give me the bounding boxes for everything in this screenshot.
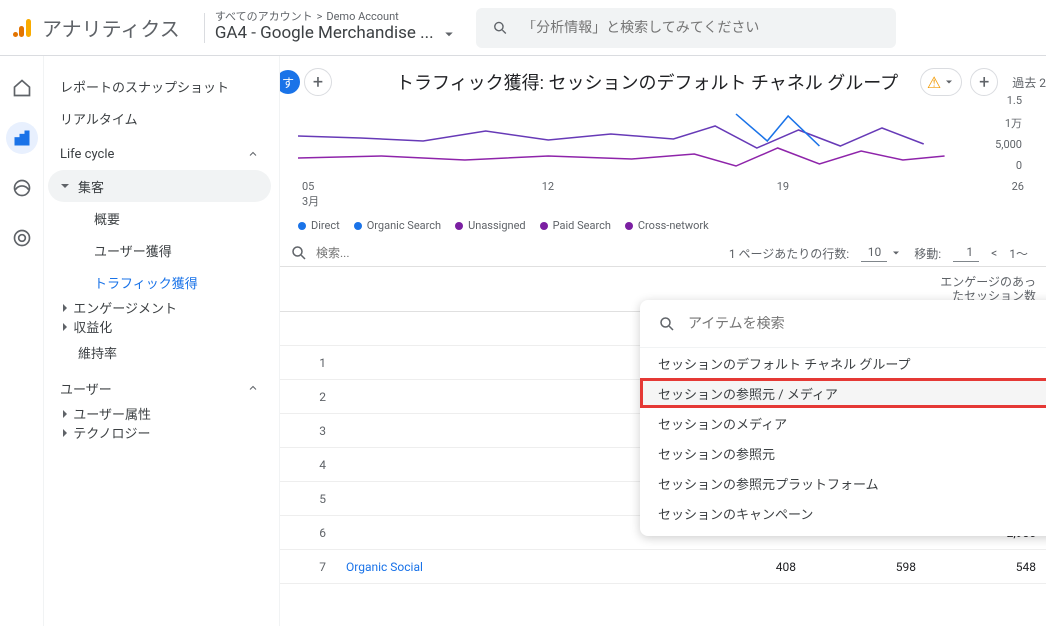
table-controls: 1 ページあたりの行数: 10 移動: 1 < 1～ — [280, 232, 1046, 266]
app-header: アナリティクス すべてのアカウント > Demo Account GA4 - G… — [0, 0, 1046, 56]
ga-logo-icon — [12, 16, 36, 40]
sidebar-item-retention[interactable]: 維持率 — [48, 336, 271, 368]
data-quality-button[interactable]: ⚠ — [920, 68, 962, 96]
add-segment-button[interactable]: + — [304, 68, 332, 96]
report-main: す + トラフィック獲得: セッションのデフォルト チャネル グループ ⚠ + … — [280, 56, 1046, 626]
sidebar-item-user-acquisition[interactable]: ユーザー獲得 — [48, 234, 271, 266]
dropdown-item[interactable]: セッションの参照元 / メディア — [640, 378, 1046, 408]
rail-home[interactable] — [6, 72, 38, 104]
caret-right-icon — [60, 428, 70, 438]
table-row[interactable]: 7Organic Social408598548 — [280, 550, 1046, 584]
left-rail — [0, 56, 44, 626]
caret-right-icon — [60, 322, 70, 332]
section-user[interactable]: ユーザー — [48, 372, 271, 404]
dropdown-search-input[interactable] — [688, 316, 1046, 332]
plus-icon: + — [979, 72, 989, 93]
line-chart-svg — [298, 106, 1028, 176]
rail-reports[interactable] — [6, 122, 38, 154]
rows-per-page-label: 1 ページあたりの行数: — [729, 245, 849, 262]
legend-item[interactable]: Organic Search — [354, 219, 441, 232]
caret-down-icon — [943, 76, 955, 88]
caret-down-icon — [890, 247, 902, 259]
dropdown-search[interactable] — [640, 300, 1046, 348]
dropdown-item[interactable]: セッションの参照元 — [640, 438, 1046, 468]
group-acquisition[interactable]: 集客 — [48, 170, 271, 202]
sidebar-item-traffic-acquisition[interactable]: トラフィック獲得 — [48, 266, 271, 298]
group-monetization[interactable]: 収益化 — [48, 317, 271, 336]
table-search-input[interactable] — [316, 246, 472, 260]
explore-icon — [12, 178, 32, 198]
dropdown-item[interactable]: セッションのキャンペーン — [640, 498, 1046, 528]
caret-right-icon — [60, 409, 70, 419]
group-user-attributes[interactable]: ユーザー属性 — [48, 404, 271, 423]
sidebar-item-overview[interactable]: 概要 — [48, 202, 271, 234]
global-search-input[interactable] — [522, 20, 879, 36]
date-range[interactable]: 過去 2 — [1012, 74, 1046, 91]
group-tech[interactable]: テクノロジー — [48, 423, 271, 442]
caret-down-icon — [60, 181, 70, 191]
group-engagement[interactable]: エンゲージメント — [48, 298, 271, 317]
header-divider — [204, 13, 205, 43]
target-icon — [12, 228, 32, 248]
report-sidebar: レポートのスナップショット リアルタイム Life cycle 集客 概要 ユー… — [44, 56, 280, 626]
range-label: 1～ — [1009, 245, 1028, 262]
search-icon — [492, 19, 509, 37]
account-picker[interactable]: すべてのアカウント > Demo Account GA4 - Google Me… — [215, 11, 458, 43]
caret-down-icon — [440, 25, 458, 43]
page-prev[interactable]: < — [991, 246, 997, 260]
dimension-dropdown: セッションのデフォルト チャネル グループセッションの参照元 / メディアセッシ… — [640, 300, 1046, 536]
report-toolbar: す + トラフィック獲得: セッションのデフォルト チャネル グループ ⚠ + … — [280, 56, 1046, 102]
rail-explore[interactable] — [6, 172, 38, 204]
segment-chip[interactable]: す — [280, 70, 300, 94]
warning-icon: ⚠ — [927, 73, 941, 92]
bar-chart-icon — [12, 128, 32, 148]
rows-per-page-select[interactable]: 10 — [861, 245, 902, 262]
add-comparison-button[interactable]: + — [970, 68, 998, 96]
sidebar-snapshot[interactable]: レポートのスナップショット — [48, 70, 271, 102]
goto-label: 移動: — [914, 245, 941, 262]
product-name: アナリティクス — [42, 13, 180, 42]
sidebar-realtime[interactable]: リアルタイム — [48, 102, 271, 134]
property-label: GA4 - Google Merchandise ... — [215, 24, 434, 44]
search-icon — [658, 315, 676, 333]
chevron-up-icon — [247, 382, 259, 394]
chevron-up-icon — [247, 148, 259, 160]
legend-item[interactable]: Unassigned — [455, 219, 526, 232]
caret-right-icon — [60, 303, 70, 313]
product-brand[interactable]: アナリティクス — [12, 13, 194, 42]
global-search[interactable] — [476, 8, 896, 48]
home-icon — [12, 78, 32, 98]
section-lifecycle[interactable]: Life cycle — [48, 138, 271, 170]
chart — [298, 106, 1028, 176]
dropdown-item[interactable]: セッションの参照元プラットフォーム — [640, 468, 1046, 498]
dropdown-item[interactable]: セッションのデフォルト チャネル グループ — [640, 348, 1046, 378]
rail-advertising[interactable] — [6, 222, 38, 254]
page-title: トラフィック獲得: セッションのデフォルト チャネル グループ — [396, 69, 912, 95]
legend-item[interactable]: Direct — [298, 219, 340, 232]
search-icon — [290, 244, 308, 262]
goto-input[interactable]: 1 — [953, 245, 979, 262]
legend-item[interactable]: Paid Search — [540, 219, 611, 232]
chart-right-axis: 1.5 1万 5,000 0 — [995, 94, 1022, 172]
legend-item[interactable]: Cross-network — [625, 219, 709, 232]
plus-icon: + — [313, 72, 323, 93]
dropdown-item[interactable]: セッションのメディア — [640, 408, 1046, 438]
chart-legend: Direct Organic Search Unassigned Paid Se… — [298, 219, 1046, 232]
chart-x-axis: 053月 12 19 26 1.5 1万 5,000 0 — [298, 180, 1028, 209]
